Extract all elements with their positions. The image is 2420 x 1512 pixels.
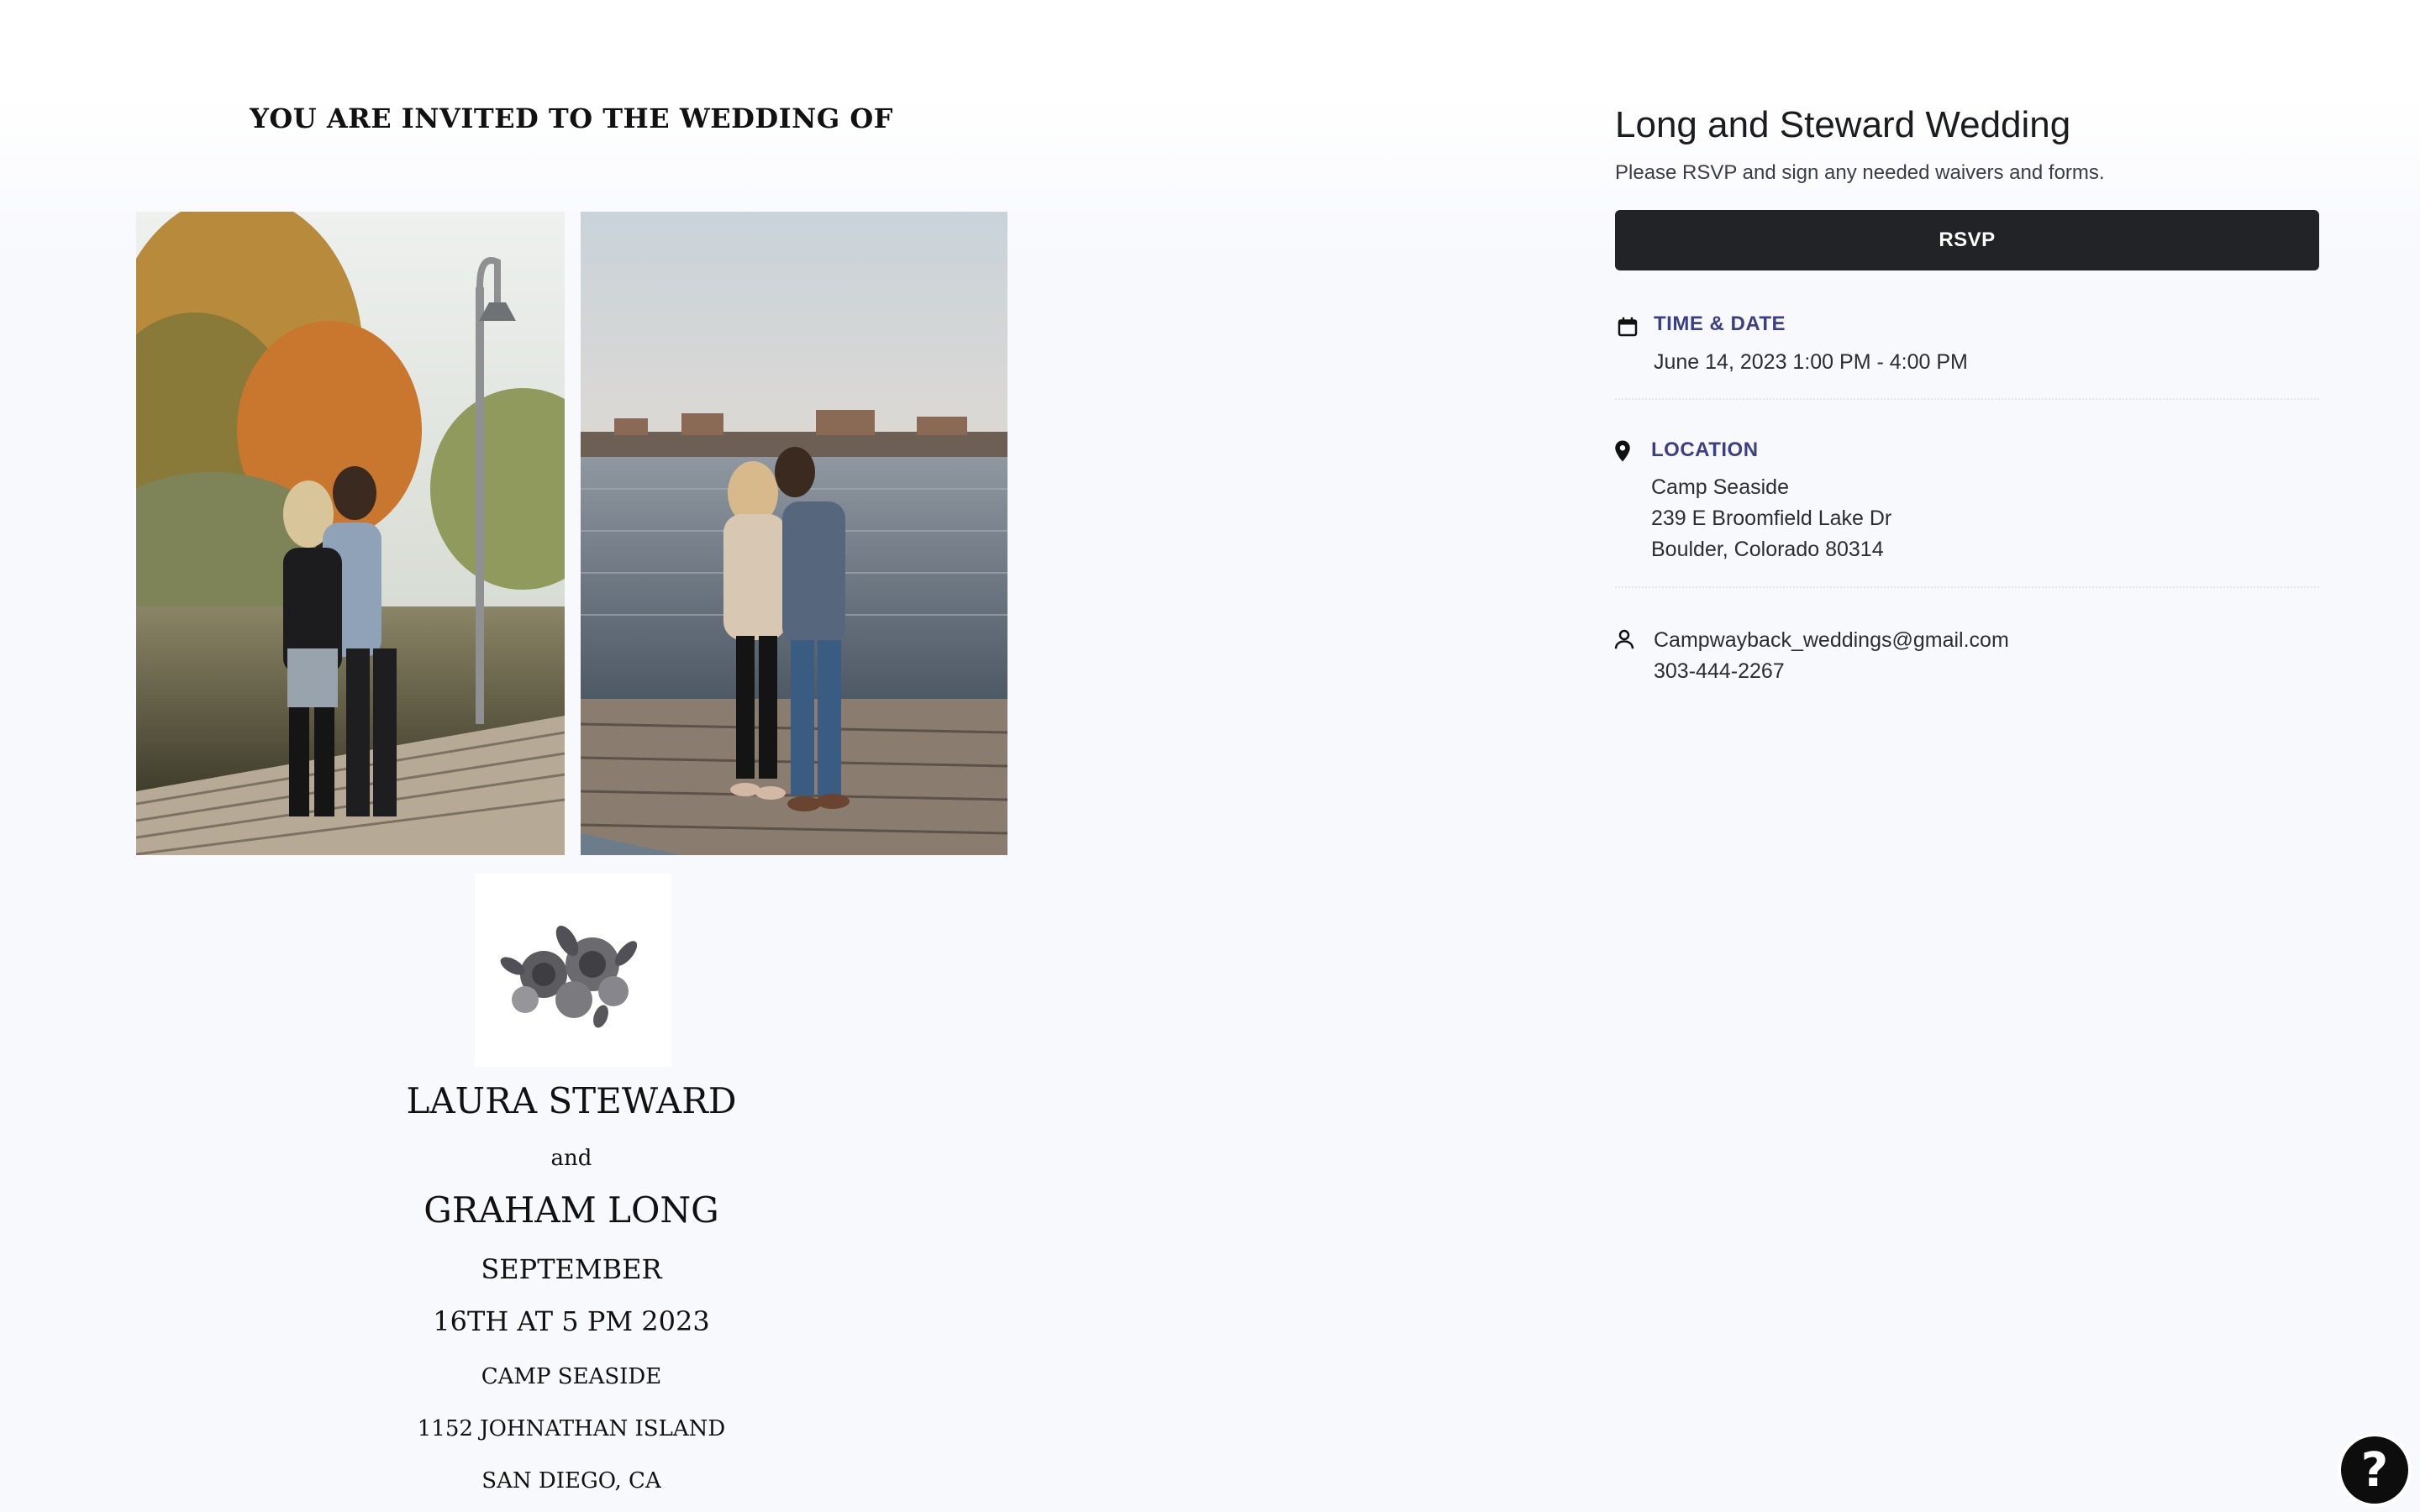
groom-name: GRAHAM LONG [424, 1189, 719, 1231]
location-street: 239 E Broomfield Lake Dr [1651, 507, 1892, 530]
location-name: Camp Seaside [1651, 475, 1789, 499]
rsvp-button[interactable]: RSVP [1615, 210, 2319, 270]
location-heading: LOCATION [1651, 438, 1759, 461]
time-date-heading: TIME & DATE [1654, 312, 1786, 335]
time-date-value: June 14, 2023 1:00 PM - 4:00 PM [1654, 350, 1968, 374]
floral-ornament-image [475, 874, 671, 1067]
location-city: Boulder, Colorado 80314 [1651, 538, 1884, 561]
event-subtitle: Please RSVP and sign any needed waivers … [1615, 161, 2105, 184]
bride-name: LAURA STEWARD [406, 1080, 737, 1121]
calendar-icon [1615, 314, 1640, 339]
invitation-heading: YOU ARE INVITED TO THE WEDDING OF [250, 102, 893, 134]
wedding-city: SAN DIEGO, CA [481, 1468, 661, 1494]
contact-phone[interactable]: 303-444-2267 [1654, 656, 1785, 687]
wedding-datetime: 16TH AT 5 PM 2023 [433, 1305, 710, 1337]
couple-photo-dock [581, 212, 1007, 855]
help-button[interactable]: ? [2341, 1436, 2408, 1504]
event-title: Long and Steward Wedding [1615, 104, 2071, 145]
contact-email[interactable]: Campwayback_weddings@gmail.com [1654, 625, 2009, 656]
and-text: and [550, 1146, 592, 1171]
wedding-street: 1152 JOHNATHAN ISLAND [417, 1416, 726, 1441]
couple-photo-lamppost [136, 212, 565, 855]
wedding-month: SEPTEMBER [481, 1253, 662, 1285]
person-icon [1612, 627, 1637, 652]
map-pin-icon [1610, 438, 1635, 464]
wedding-venue: CAMP SEASIDE [481, 1364, 662, 1389]
section-divider [1615, 586, 2319, 588]
section-divider [1615, 398, 2319, 400]
